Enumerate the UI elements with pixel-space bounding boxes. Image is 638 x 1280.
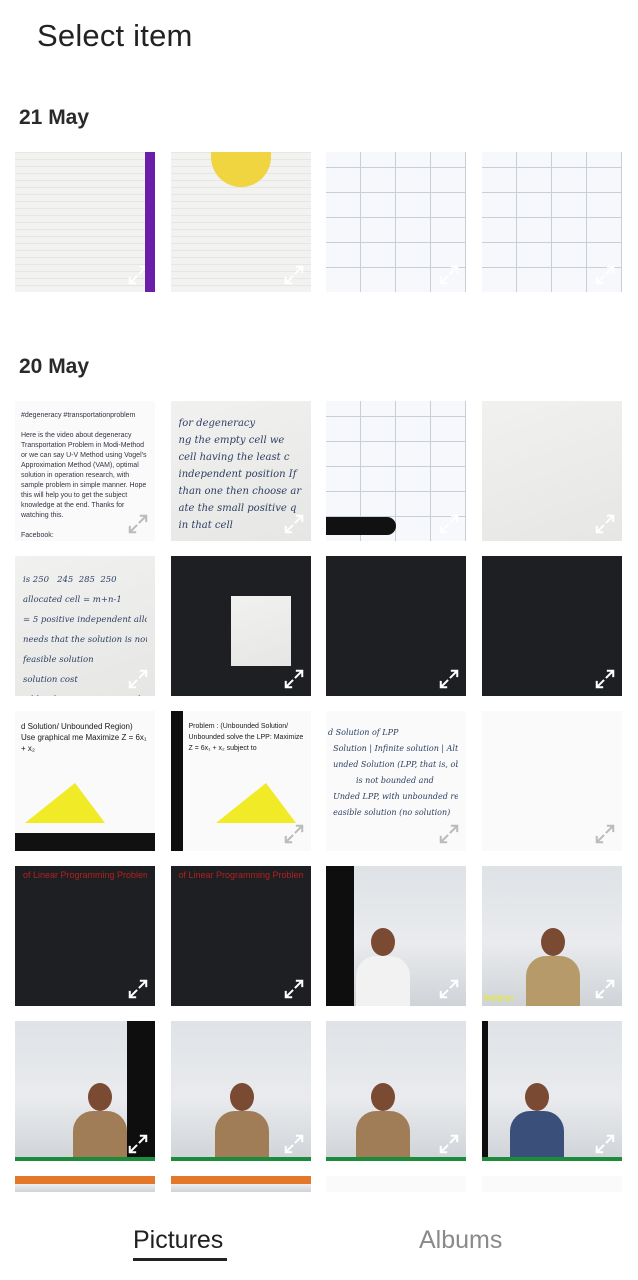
video-bar: [15, 1176, 155, 1184]
photo-grid-21-may: [15, 152, 622, 292]
expand-icon[interactable]: [127, 668, 149, 690]
photo-thumbnail[interactable]: d Solution of LPP Solution | Infinite so…: [326, 711, 466, 851]
video-border: [326, 866, 354, 1006]
photo-thumbnail[interactable]: [481, 401, 622, 541]
expand-icon[interactable]: [438, 668, 460, 690]
photo-thumbnail[interactable]: d Solution/ Unbounded Region) Use graphi…: [15, 711, 155, 851]
tab-active-indicator: [133, 1258, 227, 1261]
photo-thumbnail[interactable]: [326, 401, 466, 541]
expand-icon[interactable]: [438, 264, 460, 286]
expand-icon[interactable]: [127, 513, 149, 535]
thumbnail-caption: d Solution of LPP Solution | Infinite so…: [328, 728, 458, 817]
photo-thumbnail[interactable]: [326, 1176, 466, 1192]
progress-strip: [326, 1157, 466, 1161]
section-date-label: 21 May: [19, 106, 90, 129]
expand-icon[interactable]: [127, 264, 149, 286]
video-border: [170, 711, 183, 851]
photo-thumbnail[interactable]: [15, 1176, 155, 1192]
expand-icon[interactable]: [594, 978, 616, 1000]
lecturer-figure: [509, 1083, 564, 1161]
expand-icon[interactable]: [594, 264, 616, 286]
progress-strip: [170, 1157, 311, 1161]
bottom-nav: Pictures Albums: [0, 1196, 638, 1280]
photo-thumbnail[interactable]: [326, 866, 466, 1006]
photo-thumbnail[interactable]: Problem : (Unbounded Solution/ Unbounded…: [170, 711, 311, 851]
expand-icon[interactable]: [438, 513, 460, 535]
expand-icon[interactable]: [438, 978, 460, 1000]
lecturer-figure: [73, 1083, 127, 1161]
graph-region: [215, 783, 296, 823]
expand-icon[interactable]: [594, 513, 616, 535]
photo-grid-20-may: #degeneracy #transportationproblem Here …: [15, 401, 622, 1192]
thumbnail-caption: d Solution/ Unbounded Region) Use graphi…: [21, 722, 147, 753]
photo-thumbnail[interactable]: [481, 1021, 622, 1161]
expand-icon[interactable]: [283, 823, 305, 845]
graph-region: [25, 783, 105, 823]
photo-thumbnail[interactable]: [481, 711, 622, 851]
expand-icon[interactable]: [438, 1133, 460, 1155]
photo-thumbnail[interactable]: [481, 152, 622, 292]
tab-pictures[interactable]: Pictures: [133, 1226, 223, 1255]
photo-thumbnail[interactable]: [326, 1021, 466, 1161]
photo-thumbnail[interactable]: [481, 556, 622, 696]
photo-thumbnail[interactable]: [170, 556, 311, 696]
lecturer-figure: [214, 1083, 269, 1161]
slide-inset: [230, 596, 291, 666]
thumbnail-caption: of Linear Programming Problem: [23, 870, 147, 880]
photo-thumbnail[interactable]: [481, 1176, 622, 1192]
expand-icon[interactable]: [283, 1133, 305, 1155]
photo-thumbnail[interactable]: of Linear Programming Problem: [15, 866, 155, 1006]
photo-thumbnail[interactable]: [15, 152, 155, 292]
video-bar: [170, 1176, 311, 1184]
expand-icon[interactable]: [283, 668, 305, 690]
tab-albums[interactable]: Albums: [419, 1226, 502, 1255]
section-date-label: 20 May: [19, 355, 90, 378]
expand-icon[interactable]: [594, 1133, 616, 1155]
lecturer-figure: [356, 928, 410, 1006]
photo-thumbnail[interactable]: for degeneracy ng the empty cell we cell…: [170, 401, 311, 541]
video-border: [481, 1021, 488, 1161]
expand-icon[interactable]: [283, 513, 305, 535]
page-title: Select item: [37, 18, 193, 53]
expand-icon[interactable]: [127, 978, 149, 1000]
photo-thumbnail[interactable]: [170, 152, 311, 292]
photo-thumbnail[interactable]: [326, 556, 466, 696]
expand-icon[interactable]: [283, 264, 305, 286]
photo-thumbnail[interactable]: [170, 1021, 311, 1161]
thumbnail-caption: Problem : (Unbounded Solution/ Unbounded…: [188, 723, 304, 752]
lecturer-figure: [356, 1083, 410, 1161]
thumbnail-caption: of Linear Programming Problem: [178, 870, 303, 880]
video-bar: [326, 517, 396, 535]
progress-strip: [15, 1157, 155, 1161]
photo-thumbnail[interactable]: of Linear Programming Problem: [170, 866, 311, 1006]
photo-thumbnail[interactable]: [326, 152, 466, 292]
expand-icon[interactable]: [594, 823, 616, 845]
expand-icon[interactable]: [127, 1133, 149, 1155]
expand-icon[interactable]: [438, 823, 460, 845]
expand-icon[interactable]: [283, 978, 305, 1000]
expand-icon[interactable]: [594, 668, 616, 690]
photo-thumbnail[interactable]: [170, 1176, 311, 1192]
progress-strip: [481, 1157, 622, 1161]
photo-thumbnail[interactable]: [15, 1021, 155, 1161]
video-bar: [15, 833, 155, 851]
photo-thumbnail[interactable]: is 250 245 285 250 allocated cell = m+n-…: [15, 556, 155, 696]
photo-thumbnail[interactable]: finition: [481, 866, 622, 1006]
photo-thumbnail[interactable]: #degeneracy #transportationproblem Here …: [15, 401, 155, 541]
